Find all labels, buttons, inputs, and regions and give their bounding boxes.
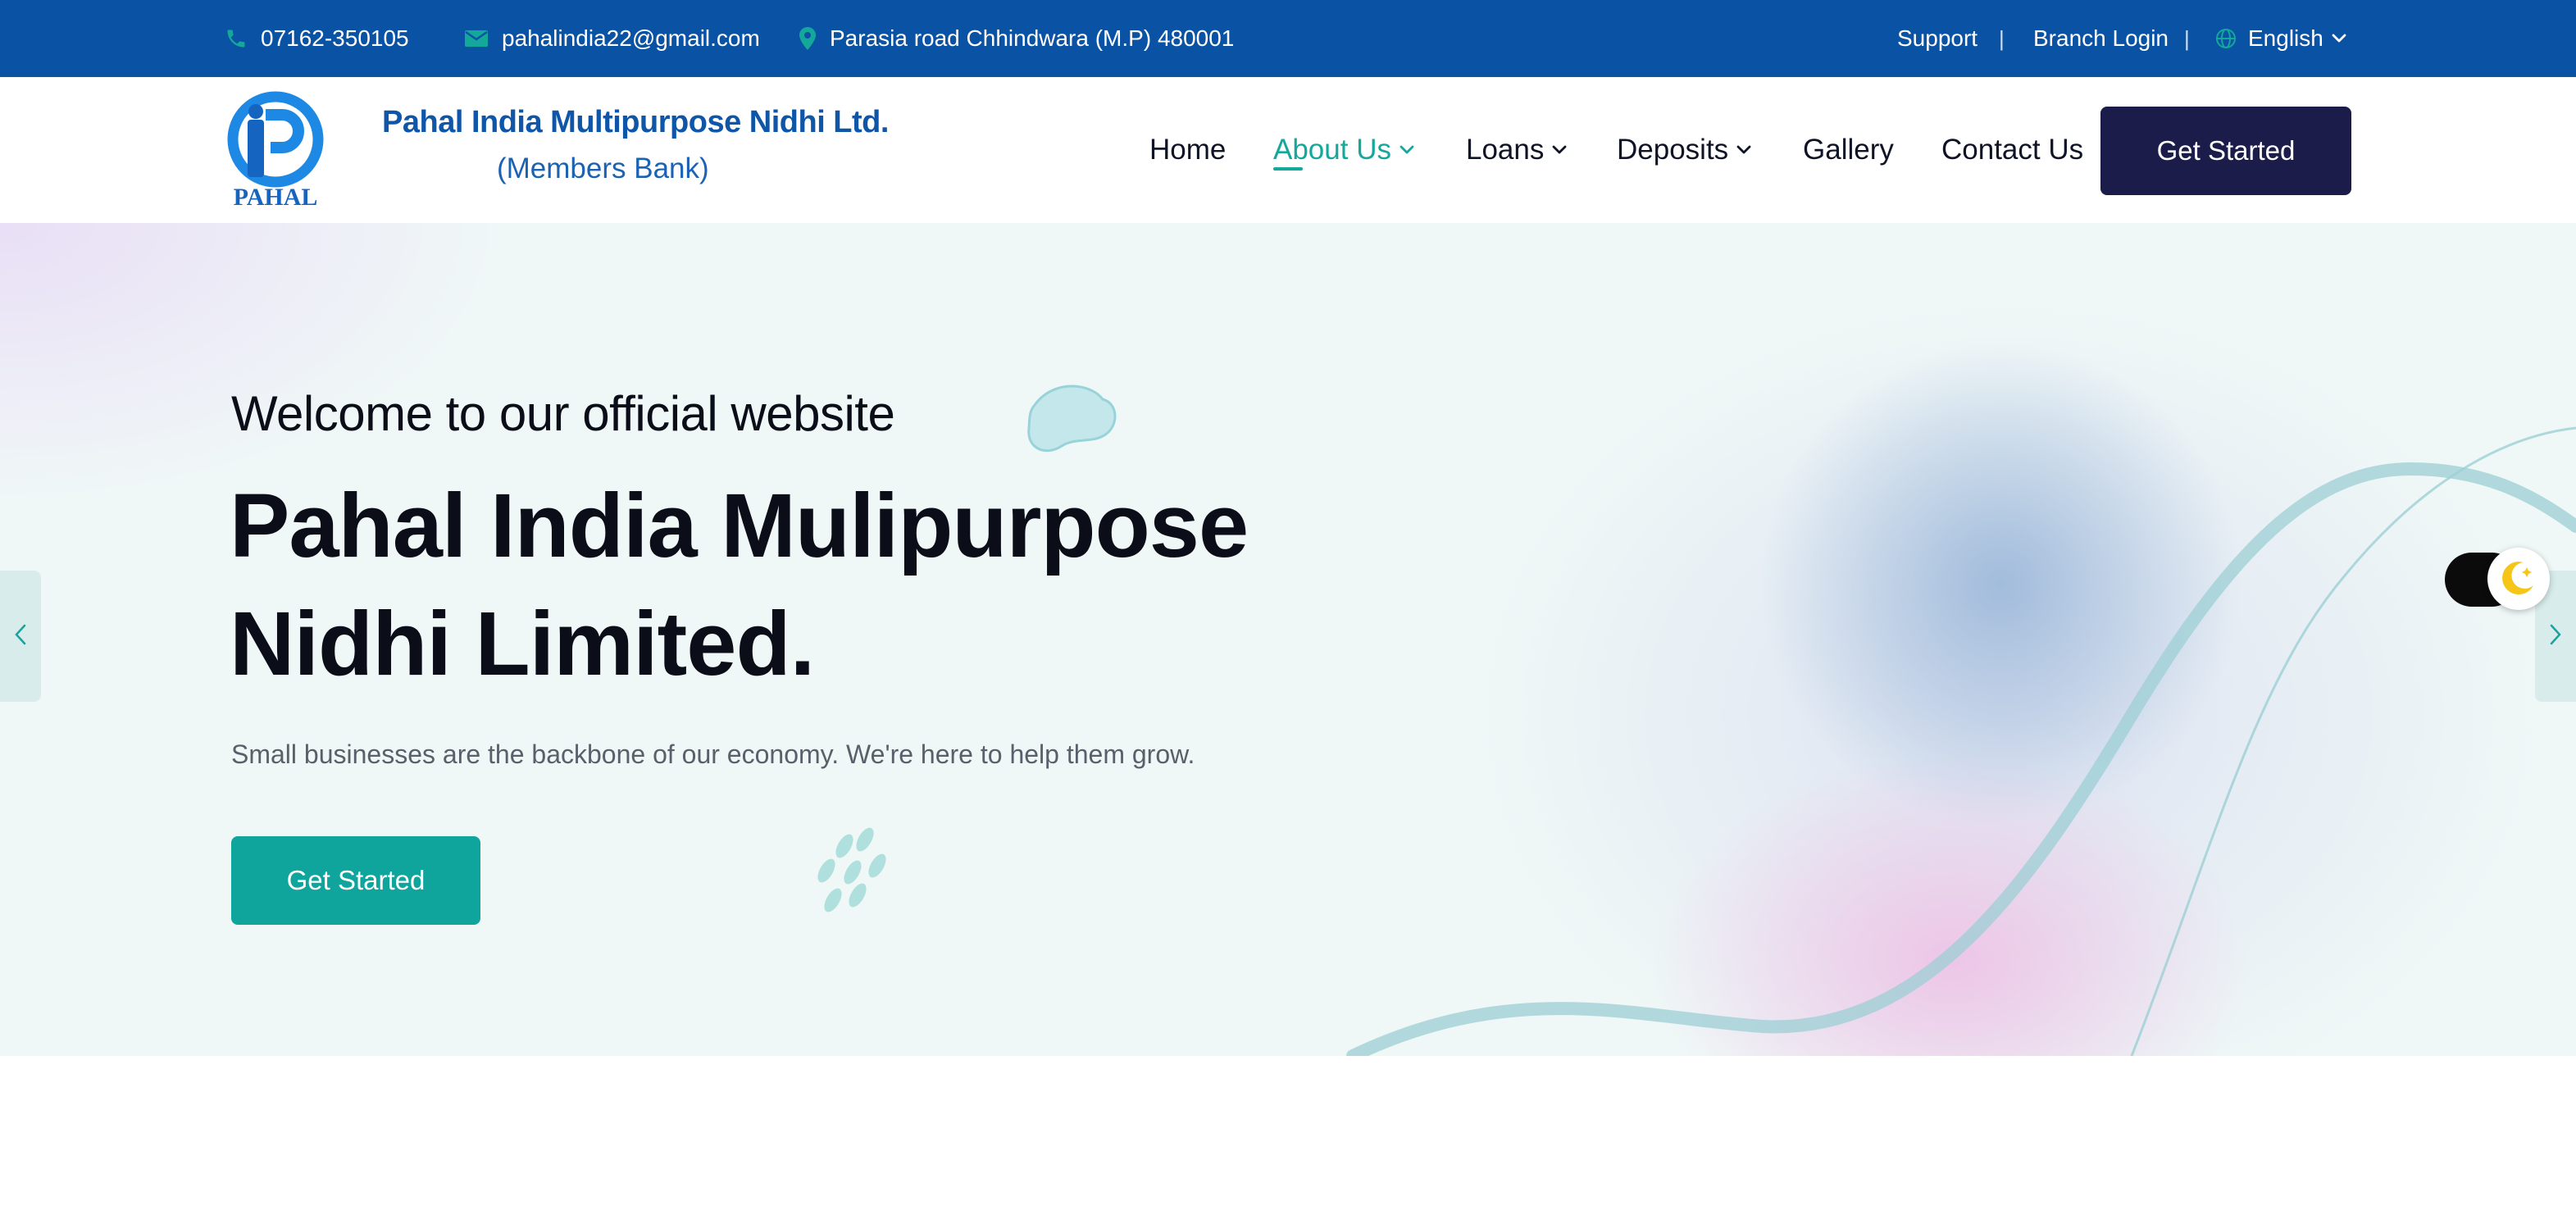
globe-icon (2215, 28, 2237, 49)
language-label: English (2248, 25, 2323, 51)
slider-prev-button[interactable] (0, 571, 41, 702)
header-get-started-button[interactable]: Get Started (2100, 107, 2351, 195)
page-content-area (0, 1056, 2576, 1215)
active-nav-indicator (1273, 167, 1303, 171)
phone-icon (225, 27, 248, 50)
moon-icon (2497, 556, 2540, 603)
hero-subtitle: Small businesses are the backbone of our… (231, 739, 1195, 769)
location-pin-icon (799, 26, 817, 51)
brand-name: Pahal India Multipurpose Nidhi Ltd. (382, 105, 889, 139)
email-icon (464, 30, 489, 48)
pahal-logo[interactable]: PAHAL (225, 90, 326, 211)
separator: | (1999, 25, 2005, 51)
nav-label: About Us (1273, 134, 1391, 166)
nav-deposits[interactable]: Deposits (1617, 77, 1751, 223)
chevron-down-icon (1552, 145, 1567, 155)
branch-login-link[interactable]: Branch Login (2033, 0, 2169, 77)
chevron-left-icon (14, 623, 27, 650)
top-contact-bar: 07162-350105 pahalindia22@gmail.com Para… (0, 0, 2576, 77)
svg-text:PAHAL: PAHAL (234, 184, 318, 210)
hero-slider: Welcome to our official website Pahal In… (0, 223, 2576, 1056)
nav-loans[interactable]: Loans (1466, 77, 1567, 223)
nav-gallery[interactable]: Gallery (1803, 77, 1894, 223)
nav-label: Loans (1466, 134, 1545, 166)
nav-contact-us[interactable]: Contact Us (1941, 77, 2083, 223)
chevron-down-icon (1736, 145, 1751, 155)
toggle-knob (2487, 548, 2550, 610)
phone-contact[interactable]: 07162-350105 (225, 0, 409, 77)
theme-toggle[interactable] (2442, 548, 2550, 610)
chevron-down-icon (1400, 145, 1414, 155)
email-contact[interactable]: pahalindia22@gmail.com (464, 0, 760, 77)
email-address: pahalindia22@gmail.com (502, 25, 760, 51)
chevron-down-icon (2332, 34, 2346, 43)
chevron-right-icon (2549, 623, 2562, 650)
hero-title: Pahal India Mulipurpose Nidhi Limited. (230, 476, 1249, 694)
language-selector[interactable]: English (2215, 0, 2346, 77)
separator: | (2184, 25, 2190, 51)
hero-get-started-button[interactable]: Get Started (231, 836, 480, 925)
address-contact: Parasia road Chhindwara (M.P) 480001 (799, 0, 1234, 77)
nav-home[interactable]: Home (1149, 77, 1226, 223)
nav-about-us[interactable]: About Us (1273, 77, 1414, 223)
phone-number: 07162-350105 (261, 25, 409, 51)
address-text: Parasia road Chhindwara (M.P) 480001 (830, 25, 1235, 51)
hero-welcome-text: Welcome to our official website (231, 386, 895, 441)
support-link[interactable]: Support (1897, 0, 1978, 77)
nav-label: Deposits (1617, 134, 1729, 166)
brand-subtitle: (Members Bank) (497, 152, 709, 184)
site-header: PAHAL Pahal India Multipurpose Nidhi Ltd… (0, 77, 2576, 223)
